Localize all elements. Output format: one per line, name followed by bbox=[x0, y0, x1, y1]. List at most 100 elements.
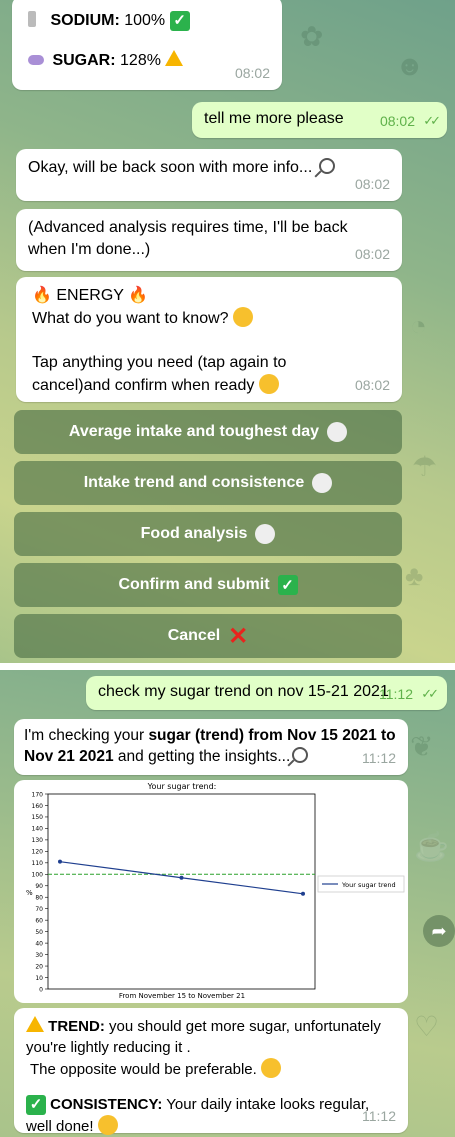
y-tick-label: 100 bbox=[32, 872, 44, 879]
share-forward-button[interactable]: ➦ bbox=[423, 915, 455, 947]
check-mark-icon: ✓ bbox=[26, 1094, 46, 1115]
energy-title: ENERGY bbox=[56, 287, 124, 304]
fire-icon: 🔥 bbox=[128, 287, 149, 304]
consistency-row: ✓ CONSISTENCY: Your daily intake looks r… bbox=[26, 1094, 396, 1137]
sodium-row: SODIUM: 100% ✓ bbox=[28, 10, 266, 32]
y-tick-label: 30 bbox=[35, 952, 43, 959]
warning-icon bbox=[26, 1016, 44, 1032]
confirm-submit-button[interactable]: Confirm and submit ✓ bbox=[14, 563, 402, 607]
energy-question: What do you want to know? bbox=[32, 310, 229, 327]
check-mark-icon: ✓ bbox=[277, 575, 298, 595]
user-message-bubble: tell me more please 08:02 ✓✓ bbox=[192, 102, 447, 138]
nutrient-summary-bubble: SODIUM: 100% ✓ SUGAR: 128% 08:02 bbox=[12, 0, 282, 90]
y-tick-label: 40 bbox=[35, 940, 43, 947]
read-ticks-icon: ✓✓ bbox=[423, 113, 441, 128]
doodle-heart-icon: ♡ bbox=[414, 1011, 440, 1042]
y-axis-ticks: 0 10 20 30 40 50 60 70 80 90 100 110 120 130 140 150 160… bbox=[32, 791, 48, 993]
sugar-row: SUGAR: 128% bbox=[28, 50, 266, 72]
y-tick-label: 150 bbox=[32, 814, 44, 821]
fire-icon: 🔥 bbox=[32, 287, 52, 304]
intake-trend-button[interactable]: Intake trend and consistence bbox=[14, 461, 402, 505]
warning-icon bbox=[165, 50, 184, 66]
button-label: Average intake and toughest day bbox=[68, 423, 320, 440]
y-tick-label: 50 bbox=[35, 929, 43, 936]
smiling-face-icon bbox=[97, 1115, 118, 1135]
y-tick-label: 160 bbox=[32, 803, 44, 810]
y-tick-label: 90 bbox=[35, 883, 43, 890]
y-tick-label: 10 bbox=[35, 975, 43, 982]
magnifying-glass-icon bbox=[292, 747, 309, 763]
chart-series bbox=[58, 859, 305, 896]
message-time: 11:12 bbox=[362, 750, 396, 766]
doodle-palm-icon: ♣ bbox=[405, 560, 424, 591]
button-label: Intake trend and consistence bbox=[83, 474, 305, 491]
doodle-pizza-icon: ◔ bbox=[410, 310, 427, 341]
unselected-circle-icon bbox=[255, 524, 276, 544]
consistency-label: CONSISTENCY: bbox=[50, 1096, 163, 1113]
candy-icon bbox=[28, 55, 44, 65]
checking-text-post: and getting the insights... bbox=[113, 748, 291, 765]
energy-question-row: What do you want to know? bbox=[32, 307, 386, 330]
chart-title: Your sugar trend: bbox=[147, 782, 217, 791]
button-label: Confirm and submit bbox=[118, 576, 270, 593]
share-arrow-icon: ➦ bbox=[431, 920, 447, 941]
bot-message-bubble: I'm checking your sugar (trend) from Nov… bbox=[14, 719, 408, 775]
message-time: 11:12 bbox=[379, 686, 413, 702]
chart-plot-area bbox=[47, 793, 316, 990]
bot-message-text: (Advanced analysis requires time, I'll b… bbox=[28, 219, 348, 258]
sugar-value: 128% bbox=[120, 52, 161, 69]
message-time: 11:12 bbox=[362, 1108, 396, 1124]
opposite-text: The opposite would be preferable. bbox=[30, 1061, 257, 1078]
sodium-label: SODIUM: bbox=[50, 12, 120, 29]
bot-message-bubble: (Advanced analysis requires time, I'll b… bbox=[16, 209, 402, 271]
doodle-pineapple-icon: ✿ bbox=[300, 21, 324, 52]
thinking-face-icon bbox=[261, 1058, 281, 1078]
message-time: 08:02 bbox=[354, 176, 390, 192]
y-tick-label: 60 bbox=[35, 917, 43, 924]
check-mark-icon: ✓ bbox=[169, 11, 190, 31]
sugar-trend-chart: Your sugar trend: 0 10 20 30 40 50 60 70 80 90 100… bbox=[26, 782, 405, 1000]
message-time: 08:02 bbox=[354, 377, 390, 393]
doodle-umbrella-icon: ☂ bbox=[412, 451, 438, 482]
unselected-circle-icon bbox=[327, 422, 348, 442]
y-tick-label: 70 bbox=[35, 906, 43, 913]
y-axis-label: % bbox=[26, 889, 33, 897]
trend-row: TREND: you should get more sugar, unfort… bbox=[26, 1016, 396, 1058]
message-time: 08:02 bbox=[234, 65, 270, 81]
energy-menu-message: 🔥 ENERGY 🔥 What do you want to know? Tap… bbox=[16, 277, 402, 402]
y-tick-label: 110 bbox=[32, 860, 44, 867]
smiley-face-icon bbox=[258, 374, 279, 394]
read-ticks-icon: ✓✓ bbox=[421, 686, 439, 701]
energy-title-row: 🔥 ENERGY 🔥 bbox=[32, 285, 386, 307]
average-intake-button[interactable]: Average intake and toughest day bbox=[14, 410, 402, 454]
energy-instructions: Tap anything you need (tap again to canc… bbox=[32, 354, 287, 394]
red-x-icon: ✕ bbox=[228, 622, 249, 650]
data-point bbox=[179, 875, 184, 880]
data-point bbox=[301, 891, 305, 896]
chart-legend: Your sugar trend bbox=[317, 875, 405, 893]
doodle-cat-icon: ☻ bbox=[395, 50, 425, 81]
user-message-text: tell me more please bbox=[204, 110, 344, 127]
food-analysis-button[interactable]: Food analysis bbox=[14, 512, 402, 556]
bot-message-bubble: Okay, will be back soon with more info..… bbox=[16, 149, 402, 201]
legend-label: Your sugar trend bbox=[341, 881, 396, 889]
button-label: Food analysis bbox=[140, 525, 248, 542]
salt-shaker-icon bbox=[28, 11, 36, 27]
sodium-value: 100% bbox=[124, 12, 166, 29]
user-message-text: check my sugar trend on nov 15-21 2021 bbox=[98, 683, 389, 700]
doodle-leaf-icon: ❦ bbox=[410, 731, 434, 762]
sugar-trend-chart-image[interactable]: Your sugar trend: 0 10 20 30 40 50 60 70 80 90 100… bbox=[14, 780, 408, 1003]
data-point bbox=[58, 859, 62, 864]
trend-result-message: TREND: you should get more sugar, unfort… bbox=[14, 1008, 408, 1135]
doodle-cup-icon: ☕ bbox=[414, 831, 449, 862]
y-tick-label: 170 bbox=[32, 791, 44, 798]
message-time: 08:02 bbox=[379, 113, 415, 129]
thinking-face-icon bbox=[233, 307, 254, 327]
y-tick-label: 140 bbox=[32, 826, 44, 833]
screenshot-divider bbox=[0, 663, 455, 670]
x-axis-label: From November 15 to November 21 bbox=[119, 992, 245, 1000]
magnifying-glass-icon bbox=[318, 158, 335, 174]
user-message-bubble: check my sugar trend on nov 15-21 2021 1… bbox=[86, 676, 447, 710]
y-tick-label: 120 bbox=[32, 849, 44, 856]
cancel-button[interactable]: Cancel ✕ bbox=[14, 614, 402, 658]
